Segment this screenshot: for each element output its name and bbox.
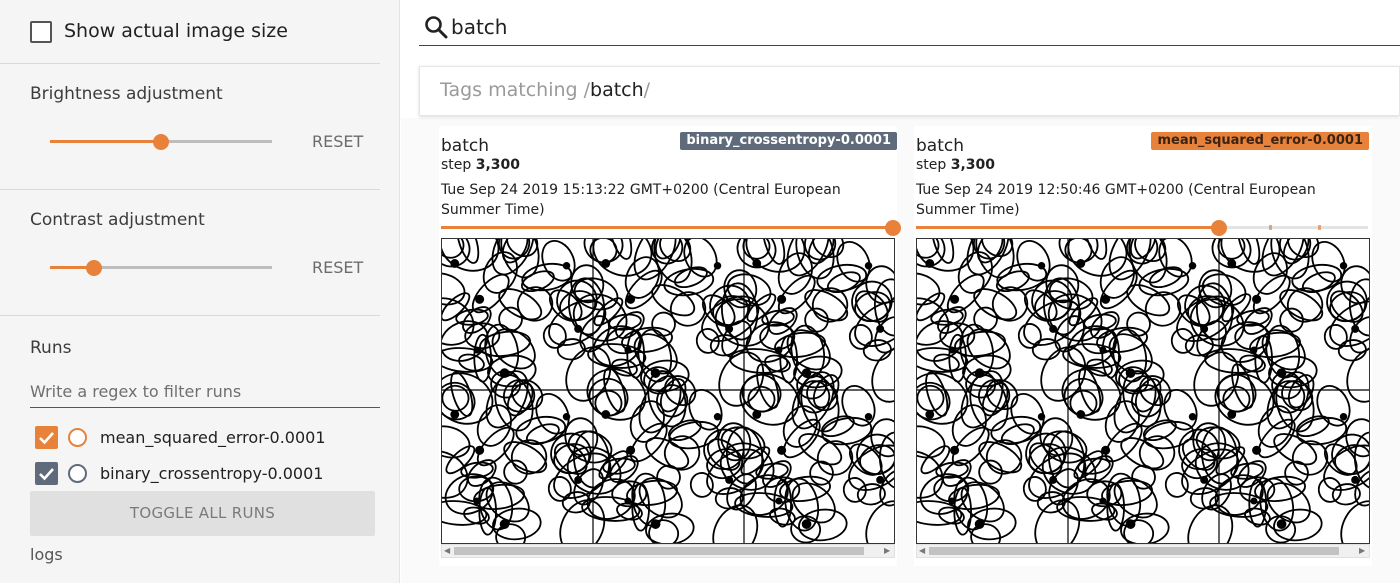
tag-search-input[interactable] [451,12,1351,42]
tags-matching-text: Tags matching /batch/ [440,79,650,101]
checkmark-icon [39,432,54,445]
card-step-value: 3,300 [475,157,521,173]
brightness-slider[interactable] [50,133,272,150]
runs-section: Runs mean_squared_error-0.0001 binary_cr… [0,316,380,583]
main-panel: Tags matching /batch/ batch binary_cross… [401,0,1400,583]
tag-search-bar[interactable] [419,8,1400,46]
step-slider-thumb[interactable] [885,219,901,236]
scroll-left-icon[interactable]: ◀ [444,547,452,555]
card-timestamp: Tue Sep 24 2019 15:13:22 GMT+0200 (Centr… [441,182,841,218]
brightness-slider-fill [50,140,161,143]
contrast-slider[interactable] [50,259,272,276]
step-slider-tick [1318,225,1322,230]
card-horizontal-scrollbar[interactable]: ◀ ▶ [441,544,895,558]
step-slider-fill [916,226,1219,229]
card-image[interactable] [916,238,1370,544]
card-step-label: step [441,157,472,173]
card-step-slider[interactable] [916,219,1368,236]
contrast-title: Contrast adjustment [30,210,205,230]
card-step-label: step [916,157,947,173]
card-step: step 3,300 [441,157,520,173]
tags-matching-pattern: batch [590,79,644,101]
image-card: batch mean_squared_error-0.0001 step 3,3… [914,126,1372,566]
scroll-left-icon[interactable]: ◀ [919,547,927,555]
card-tag-name: batch [916,136,964,156]
run-color-radio[interactable] [68,464,87,483]
run-item-binary-crossentropy[interactable]: binary_crossentropy-0.0001 [35,462,375,486]
card-step-slider[interactable] [441,219,901,236]
step-slider-thumb[interactable] [1210,219,1227,236]
contrast-section: Contrast adjustment RESET [0,190,380,316]
segmentation-image [917,239,1369,543]
tags-matching-suffix: / [643,79,651,101]
run-label: binary_crossentropy-0.0001 [100,464,324,483]
run-checkbox[interactable] [35,462,58,485]
scrollbar-thumb[interactable] [929,547,1339,555]
checkmark-icon [39,468,54,481]
runs-title: Runs [30,338,72,358]
run-checkbox[interactable] [35,426,58,449]
card-horizontal-scrollbar[interactable]: ◀ ▶ [916,544,1370,558]
logs-dir-label: logs [30,545,63,564]
show-actual-size-label[interactable]: Show actual image size [64,20,288,42]
show-actual-size-section: Show actual image size [0,0,380,64]
contrast-slider-thumb[interactable] [86,259,103,276]
scroll-right-icon[interactable]: ▶ [1359,547,1367,555]
run-color-radio[interactable] [68,428,87,447]
brightness-section: Brightness adjustment RESET [0,64,380,190]
run-label: mean_squared_error-0.0001 [100,428,326,447]
toggle-all-runs-button[interactable]: TOGGLE ALL RUNS [30,491,375,536]
brightness-reset-button[interactable]: RESET [312,132,363,151]
card-tag-name: batch [441,136,489,156]
search-icon [425,16,448,39]
contrast-reset-button[interactable]: RESET [312,258,363,277]
card-step-value: 3,300 [950,157,996,173]
step-slider-tick [1268,225,1272,230]
card-step: step 3,300 [916,157,995,173]
image-card: batch binary_crossentropy-0.0001 step 3,… [439,126,901,566]
card-image[interactable] [441,238,895,544]
runs-filter-input[interactable] [30,376,380,408]
run-item-mean-squared-error[interactable]: mean_squared_error-0.0001 [35,426,375,450]
segmentation-image [442,239,894,543]
card-run-badge: binary_crossentropy-0.0001 [680,132,897,150]
tags-matching-prefix: Tags matching / [440,79,591,101]
scrollbar-thumb[interactable] [454,547,864,555]
tags-matching-header: Tags matching /batch/ [419,66,1400,116]
sidebar: Show actual image size Brightness adjust… [0,0,400,583]
scroll-right-icon[interactable]: ▶ [884,547,892,555]
card-run-badge: mean_squared_error-0.0001 [1151,132,1369,150]
step-slider-fill [441,226,893,229]
brightness-title: Brightness adjustment [30,84,223,104]
card-timestamp: Tue Sep 24 2019 12:50:46 GMT+0200 (Centr… [916,182,1316,218]
show-actual-size-checkbox[interactable] [30,21,52,43]
brightness-slider-thumb[interactable] [153,133,169,150]
